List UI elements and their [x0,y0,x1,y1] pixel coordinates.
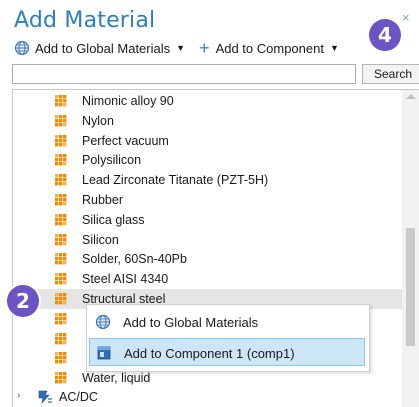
material-icon [55,154,67,166]
tree-item-label: Nylon [82,113,114,128]
tree-item-label: Steel AISI 4340 [82,272,169,287]
step-badge-2: 2 [7,285,39,317]
add-material-window: Add Material × Add to Global Materials ▼… [0,0,419,407]
scroll-up-icon[interactable] [406,94,416,99]
material-icon [55,332,67,344]
tree-item-material[interactable]: Silica glass [13,210,402,230]
material-icon [55,174,67,186]
material-icon [55,312,67,325]
tree-folder-label: AC/DC [59,390,98,404]
ctx-add-to-global-materials[interactable]: Add to Global Materials [89,308,365,336]
tree-item-material[interactable]: Nimonic alloy 90 [13,91,402,111]
material-icon [55,293,67,305]
material-icon [55,95,67,107]
chevron-down-icon: ▼ [176,43,186,53]
tree-item-label: Solder, 60Sn-40Pb [82,252,187,267]
material-icon [55,273,67,285]
acdc-library-icon [37,389,53,407]
material-icon [55,372,67,384]
chevron-down-icon: ▼ [329,43,339,53]
vertical-scrollbar[interactable] [402,90,419,407]
ctx-item-label: Add to Component 1 (comp1) [124,346,295,361]
step-badge-4: 4 [369,19,401,51]
material-icon [55,233,67,245]
material-icon [55,194,67,206]
search-input[interactable] [12,64,356,84]
material-icon [55,253,67,265]
component-icon [96,345,112,364]
tree-item-material[interactable]: Nylon [13,111,402,131]
search-row: Search [12,64,419,84]
tree-item-material[interactable]: Silicon [13,230,402,250]
tree-item-label: Silicon [82,232,119,247]
tree-item-material[interactable]: Rubber [13,190,402,210]
search-button[interactable]: Search [362,64,419,84]
context-menu: Add to Global Materials Add to Component… [86,304,370,372]
tree-item-label: Nimonic alloy 90 [82,94,174,108]
chevron-right-icon[interactable]: › [17,390,20,401]
material-icon [55,213,67,226]
material-icon [55,352,67,364]
tree-item-material[interactable]: Perfect vacuum [13,131,402,151]
tree-item-label: Perfect vacuum [82,133,169,148]
add-to-component-label: Add to Component [215,40,324,56]
close-icon[interactable]: × [402,10,410,25]
tree-item-label: Water, liquid [82,371,151,386]
globe-icon [14,40,30,56]
tree-item-material[interactable]: Polysilicon [13,150,402,170]
tree-item-label: Rubber [82,193,123,207]
ctx-item-label: Add to Global Materials [123,315,259,330]
tree-item-label: Silica glass [82,212,145,227]
tree-item-material[interactable]: Lead Zirconate Titanate (PZT-5H) [13,170,402,190]
add-to-global-materials-button[interactable]: Add to Global Materials ▼ [14,40,185,56]
globe-icon [95,314,111,333]
add-to-component-button[interactable]: + Add to Component ▼ [199,39,339,57]
add-to-global-materials-label: Add to Global Materials [35,40,171,56]
toolbar: Add to Global Materials ▼ + Add to Compo… [14,37,339,59]
material-icon [55,134,67,146]
ctx-add-to-component[interactable]: Add to Component 1 (comp1) [89,338,365,366]
tree-item-material[interactable]: Solder, 60Sn-40Pb [13,249,402,269]
plus-icon: + [199,38,210,58]
tree-item-label: Polysilicon [82,153,142,168]
scroll-thumb[interactable] [406,228,415,346]
tree-item-material[interactable]: Steel AISI 4340 [13,269,402,289]
tree-folder-acdc[interactable]: › AC/DC [13,387,402,407]
material-icon [55,114,67,127]
window-title: Add Material [14,8,156,33]
tree-item-label: Lead Zirconate Titanate (PZT-5H) [82,173,269,188]
